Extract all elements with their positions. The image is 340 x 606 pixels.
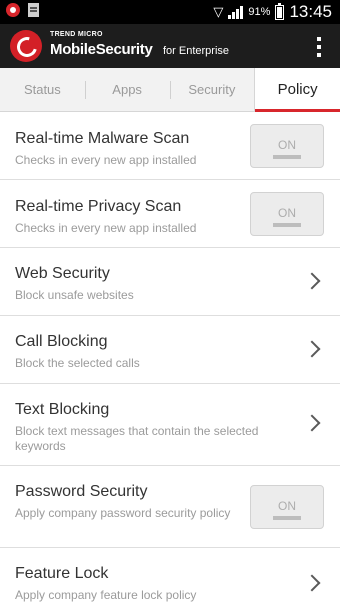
malware-scan-toggle[interactable]: ON	[250, 124, 324, 168]
list-item-title: Password Security	[15, 483, 148, 500]
list-item-title: Real-time Privacy Scan	[15, 198, 182, 215]
chevron-right-icon	[303, 272, 321, 290]
list-item-web-security[interactable]: Web Security Block unsafe websites	[0, 248, 340, 316]
list-item-description: Block text messages that contain the sel…	[15, 424, 259, 453]
brand-title: MobileSecurity	[50, 41, 153, 58]
brand-small: TREND MICRO	[50, 31, 103, 38]
app-bar: TREND MICRO MobileSecurity for Enterpris…	[0, 24, 340, 68]
chevron-right-icon	[303, 414, 321, 432]
list-item-description: Apply company password security policy	[15, 506, 231, 520]
trend-micro-logo-icon	[10, 30, 42, 62]
list-item-text-blocking[interactable]: Text Blocking Block text messages that c…	[0, 384, 340, 466]
toggle-label: ON	[278, 206, 296, 220]
list-item-title: Feature Lock	[15, 565, 109, 582]
list-item-call-blocking[interactable]: Call Blocking Block the selected calls	[0, 316, 340, 384]
privacy-scan-toggle[interactable]: ON	[250, 192, 324, 236]
list-item-title: Call Blocking	[15, 333, 108, 350]
password-security-toggle[interactable]: ON	[250, 485, 324, 529]
list-item-real-time-malware-scan[interactable]: Real-time Malware Scan Checks in every n…	[0, 112, 340, 180]
list-item-feature-lock[interactable]: Feature Lock Apply company feature lock …	[0, 548, 340, 606]
tab-policy[interactable]: Policy	[254, 68, 340, 112]
trend-micro-notification-icon	[6, 3, 20, 17]
list-item-description: Block unsafe websites	[15, 288, 134, 302]
chevron-right-icon	[303, 574, 321, 592]
overflow-menu-icon[interactable]	[312, 37, 326, 57]
battery-percent: 91%	[248, 6, 271, 18]
document-notification-icon	[28, 3, 39, 17]
tab-apps[interactable]: Apps	[84, 68, 170, 111]
tab-status[interactable]: Status	[0, 68, 85, 111]
tab-security[interactable]: Security	[169, 68, 255, 111]
toggle-indicator	[273, 516, 301, 520]
list-item-real-time-privacy-scan[interactable]: Real-time Privacy Scan Checks in every n…	[0, 180, 340, 248]
list-item-description: Apply company feature lock policy	[15, 588, 197, 602]
toggle-label: ON	[278, 138, 296, 152]
chevron-right-icon	[303, 340, 321, 358]
toggle-indicator	[273, 223, 301, 227]
list-item-title: Web Security	[15, 265, 110, 282]
wifi-icon: ▽	[213, 4, 224, 19]
list-item-title: Real-time Malware Scan	[15, 130, 190, 147]
brand-subtitle: for Enterprise	[163, 45, 230, 57]
list-item-title: Text Blocking	[15, 401, 110, 418]
signal-icon	[228, 5, 244, 19]
clock: 13:45	[289, 2, 332, 21]
status-bar: ▽ 91% 13:45	[0, 0, 340, 24]
battery-icon	[275, 2, 285, 20]
toggle-label: ON	[278, 499, 296, 513]
list-item-password-security[interactable]: Password Security Apply company password…	[0, 466, 340, 548]
list-item-description: Block the selected calls	[15, 356, 140, 370]
policy-list: Real-time Malware Scan Checks in every n…	[0, 112, 340, 606]
tab-bar: Status Apps Security Policy	[0, 68, 340, 112]
toggle-indicator	[273, 155, 301, 159]
